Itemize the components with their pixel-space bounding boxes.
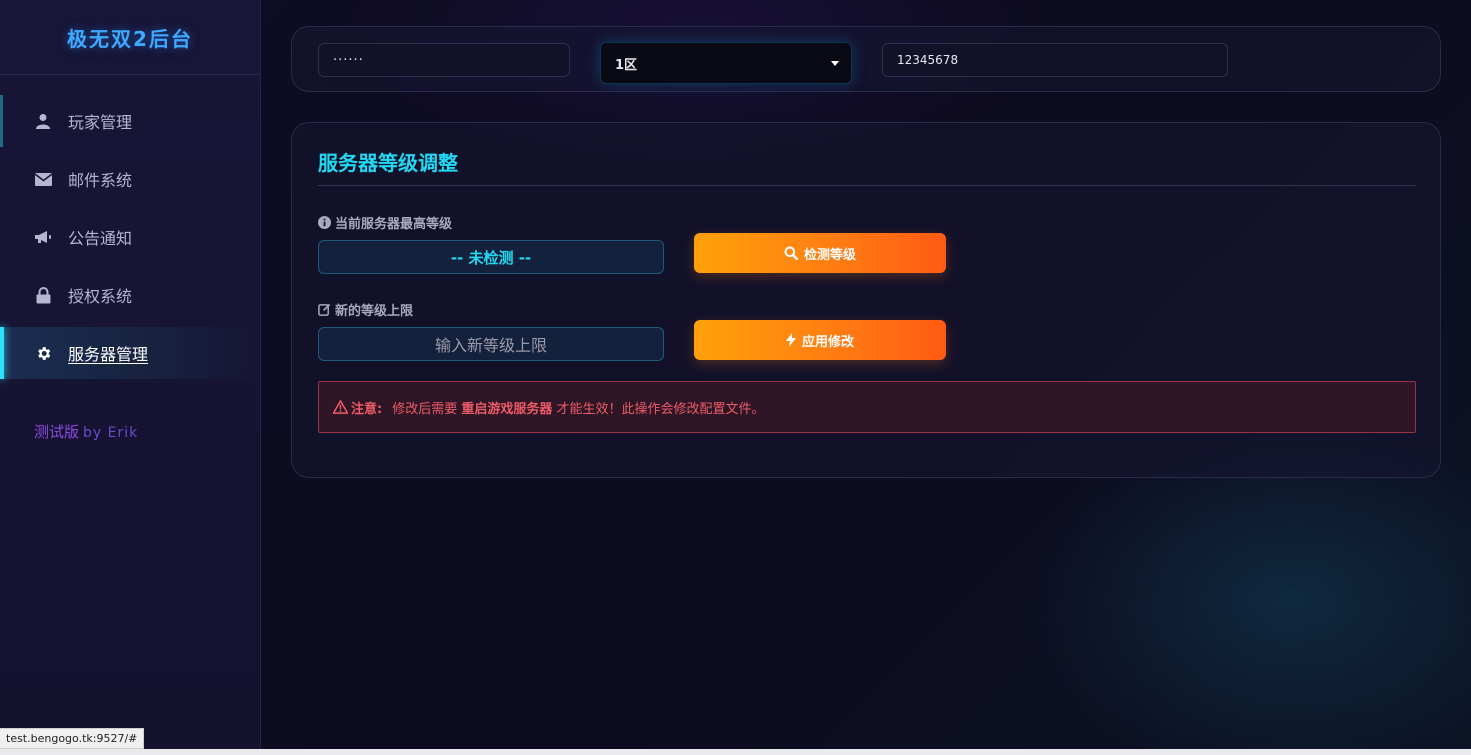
new-level-label-text: 新的等级上限 bbox=[335, 304, 414, 319]
sidebar-item-label: 授权系统 bbox=[68, 287, 133, 306]
server-select[interactable]: 1区 bbox=[600, 42, 852, 84]
apply-changes-button[interactable]: 应用修改 bbox=[694, 320, 946, 360]
panel-title: 服务器等级调整 bbox=[318, 151, 458, 175]
sidebar-item-server[interactable]: 服务器管理 bbox=[0, 327, 260, 379]
sidebar-item-label: 服务器管理 bbox=[68, 345, 149, 364]
lightning-icon bbox=[785, 333, 796, 347]
current-level-label: 当前服务器最高等级 bbox=[318, 213, 452, 232]
caret-down-icon bbox=[831, 61, 839, 66]
sidebar-item-license[interactable]: 授权系统 bbox=[0, 269, 260, 321]
mail-icon bbox=[34, 170, 52, 188]
sidebar: 极无双2后台 玩家管理 邮件系统 公告通知 授权系统 服务器管理 测试版 by … bbox=[0, 0, 261, 750]
warning-text-before: 修改后需要 bbox=[392, 401, 458, 417]
megaphone-icon bbox=[34, 228, 52, 246]
detect-level-button[interactable]: 检测等级 bbox=[694, 233, 946, 273]
warning-label: 注意: bbox=[351, 401, 383, 417]
browser-status-bar: test.bengogo.tk:9527/# bbox=[0, 728, 145, 749]
sidebar-item-label: 公告通知 bbox=[68, 229, 133, 248]
sidebar-item-announcements[interactable]: 公告通知 bbox=[0, 211, 260, 263]
apply-changes-button-label: 应用修改 bbox=[801, 334, 854, 350]
version-author: by Erik bbox=[83, 425, 139, 441]
warning-emphasis: 重启游戏服务器 bbox=[461, 401, 553, 417]
warning-triangle-icon bbox=[333, 400, 348, 414]
version-label: 测试版 bbox=[34, 423, 80, 441]
sidebar-menu: 玩家管理 邮件系统 公告通知 授权系统 服务器管理 bbox=[0, 95, 260, 379]
detect-level-button-label: 检测等级 bbox=[803, 247, 856, 263]
connection-bar: ······ 1区 12345678 bbox=[291, 26, 1441, 92]
info-circle-icon bbox=[318, 216, 331, 229]
window-bottom-edge bbox=[0, 749, 1471, 755]
brand-title: 极无双2后台 bbox=[0, 0, 260, 75]
restart-warning: 注意: 修改后需要 重启游戏服务器 才能生效！此操作会修改配置文件。 bbox=[318, 381, 1416, 433]
new-level-input[interactable]: 输入新等级上限 bbox=[318, 327, 664, 361]
edit-icon bbox=[318, 303, 331, 316]
warning-text-after: 才能生效！此操作会修改配置文件。 bbox=[556, 401, 765, 417]
lock-icon bbox=[34, 286, 52, 304]
sidebar-item-label: 邮件系统 bbox=[68, 171, 133, 190]
password-field[interactable]: ······ bbox=[318, 43, 570, 77]
uid-field[interactable]: 12345678 bbox=[882, 43, 1228, 77]
sidebar-item-mail[interactable]: 邮件系统 bbox=[0, 153, 260, 205]
user-icon bbox=[34, 112, 52, 130]
app-root: 极无双2后台 玩家管理 邮件系统 公告通知 授权系统 服务器管理 测试版 by … bbox=[0, 0, 1471, 755]
gear-icon bbox=[34, 344, 52, 362]
server-select-value: 1区 bbox=[615, 57, 638, 73]
version-info: 测试版 by Erik bbox=[34, 421, 138, 442]
current-level-label-text: 当前服务器最高等级 bbox=[335, 217, 453, 232]
sidebar-item-label: 玩家管理 bbox=[68, 113, 133, 132]
sidebar-item-players[interactable]: 玩家管理 bbox=[0, 95, 260, 147]
search-icon bbox=[784, 246, 798, 260]
title-divider bbox=[318, 185, 1416, 186]
current-level-display: -- 未检测 -- bbox=[318, 240, 664, 274]
new-level-label: 新的等级上限 bbox=[318, 300, 413, 319]
server-level-panel: 服务器等级调整 当前服务器最高等级 -- 未检测 -- 检测等级 新的等级上限 … bbox=[291, 122, 1441, 478]
